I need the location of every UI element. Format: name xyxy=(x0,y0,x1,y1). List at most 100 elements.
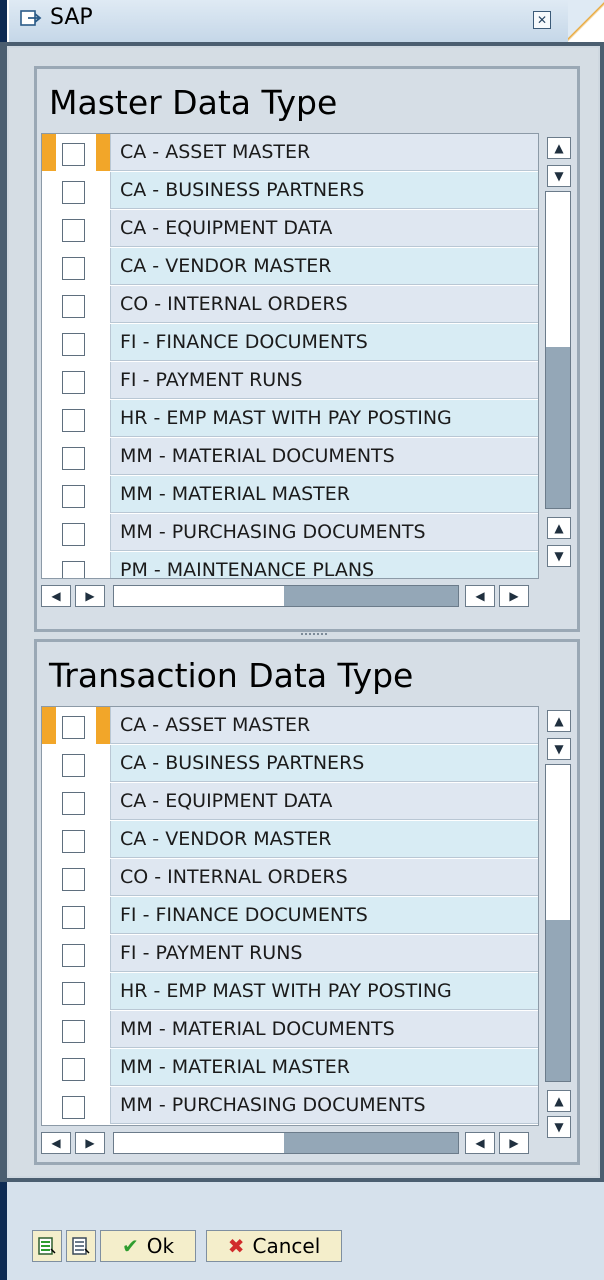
row-checkbox[interactable] xyxy=(62,409,85,432)
row-checkbox[interactable] xyxy=(62,792,85,815)
transaction-scroll-up-button[interactable]: ▲ xyxy=(547,710,571,732)
master-horizontal-scrollbar[interactable]: ◀ ▶ ◀ ▶ xyxy=(41,585,561,609)
row-checkbox[interactable] xyxy=(62,143,85,166)
row-checkbox[interactable] xyxy=(62,868,85,891)
master-list-row[interactable]: CA - BUSINESS PARTNERS xyxy=(42,172,538,209)
select-all-button[interactable] xyxy=(32,1230,62,1262)
master-list-row[interactable]: FI - FINANCE DOCUMENTS xyxy=(42,324,538,361)
row-checkbox[interactable] xyxy=(62,485,85,508)
row-checkbox[interactable] xyxy=(62,1058,85,1081)
row-selector[interactable] xyxy=(42,859,111,896)
row-checkbox[interactable] xyxy=(62,295,85,318)
master-list-row[interactable]: MM - MATERIAL MASTER xyxy=(42,476,538,513)
master-vertical-thumb[interactable] xyxy=(546,347,570,508)
master-list-row[interactable]: MM - PURCHASING DOCUMENTS xyxy=(42,514,538,551)
row-checkbox[interactable] xyxy=(62,333,85,356)
deselect-all-button[interactable] xyxy=(66,1230,96,1262)
transaction-list-row[interactable]: FI - FINANCE DOCUMENTS xyxy=(42,897,538,934)
master-horizontal-track[interactable] xyxy=(113,585,459,607)
close-window-button[interactable]: ✕ xyxy=(533,11,551,29)
transaction-page-up-button[interactable]: ▲ xyxy=(547,1090,571,1112)
transaction-list-row[interactable]: CA - ASSET MASTER xyxy=(42,707,538,744)
transaction-list-row[interactable]: MM - MATERIAL DOCUMENTS xyxy=(42,1011,538,1048)
transaction-page-right-button[interactable]: ▶ xyxy=(499,1132,529,1154)
row-selector[interactable] xyxy=(42,438,111,475)
transaction-list-row[interactable]: CA - BUSINESS PARTNERS xyxy=(42,745,538,782)
row-selector[interactable] xyxy=(42,897,111,934)
row-checkbox[interactable] xyxy=(62,716,85,739)
row-selector[interactable] xyxy=(42,514,111,551)
transaction-scroll-right-button[interactable]: ▶ xyxy=(75,1132,105,1154)
transaction-vertical-thumb[interactable] xyxy=(546,920,570,1081)
row-selector[interactable] xyxy=(42,707,111,744)
row-checkbox[interactable] xyxy=(62,754,85,777)
row-selector[interactable] xyxy=(42,935,111,972)
master-page-down-button[interactable]: ▼ xyxy=(547,545,571,567)
transaction-vertical-scrollbar[interactable]: ▲ ▼ ▲ ▼ xyxy=(541,706,573,1138)
transaction-horizontal-scrollbar[interactable]: ◀ ▶ ◀ ▶ xyxy=(41,1132,561,1156)
row-selector[interactable] xyxy=(42,821,111,858)
row-selector[interactable] xyxy=(42,783,111,820)
master-list-row[interactable]: FI - PAYMENT RUNS xyxy=(42,362,538,399)
row-selector[interactable] xyxy=(42,973,111,1010)
transaction-horizontal-thumb[interactable] xyxy=(284,1133,458,1153)
row-selector[interactable] xyxy=(42,286,111,323)
transaction-list-row[interactable]: FI - PAYMENT RUNS xyxy=(42,935,538,972)
cancel-button[interactable]: ✖ Cancel xyxy=(206,1230,342,1262)
transaction-page-left-button[interactable]: ◀ xyxy=(465,1132,495,1154)
ok-button[interactable]: ✔ Ok xyxy=(100,1230,196,1262)
transaction-list-row[interactable]: PM - MAINTENANCE PLANS xyxy=(42,1125,538,1126)
row-checkbox[interactable] xyxy=(62,523,85,546)
row-checkbox[interactable] xyxy=(62,561,85,578)
row-selector[interactable] xyxy=(42,745,111,782)
row-selector[interactable] xyxy=(42,248,111,285)
master-scroll-left-button[interactable]: ◀ xyxy=(41,585,71,607)
row-selector[interactable] xyxy=(42,1125,111,1126)
row-checkbox[interactable] xyxy=(62,447,85,470)
transaction-vertical-track[interactable] xyxy=(545,764,571,1082)
row-selector[interactable] xyxy=(42,1087,111,1124)
master-page-right-button[interactable]: ▶ xyxy=(499,585,529,607)
row-selector[interactable] xyxy=(42,1011,111,1048)
master-list-row[interactable]: HR - EMP MAST WITH PAY POSTING xyxy=(42,400,538,437)
transaction-scroll-left-button[interactable]: ◀ xyxy=(41,1132,71,1154)
transaction-list-row[interactable]: MM - PURCHASING DOCUMENTS xyxy=(42,1087,538,1124)
row-selector[interactable] xyxy=(42,134,111,171)
row-checkbox[interactable] xyxy=(62,1020,85,1043)
transaction-list-row[interactable]: CA - VENDOR MASTER xyxy=(42,821,538,858)
transaction-list-row[interactable]: CA - EQUIPMENT DATA xyxy=(42,783,538,820)
master-list-row[interactable]: MM - MATERIAL DOCUMENTS xyxy=(42,438,538,475)
master-list-row[interactable]: CA - VENDOR MASTER xyxy=(42,248,538,285)
row-checkbox[interactable] xyxy=(62,982,85,1005)
row-selector[interactable] xyxy=(42,552,111,578)
row-checkbox[interactable] xyxy=(62,906,85,929)
master-list-row[interactable]: CA - EQUIPMENT DATA xyxy=(42,210,538,247)
master-page-left-button[interactable]: ◀ xyxy=(465,585,495,607)
transaction-scroll-down-button[interactable]: ▼ xyxy=(547,738,571,760)
row-checkbox[interactable] xyxy=(62,257,85,280)
master-vertical-track[interactable] xyxy=(545,191,571,509)
row-checkbox[interactable] xyxy=(62,371,85,394)
row-checkbox[interactable] xyxy=(62,944,85,967)
master-list-row[interactable]: CA - ASSET MASTER xyxy=(42,134,538,171)
master-page-up-button[interactable]: ▲ xyxy=(547,517,571,539)
row-selector[interactable] xyxy=(42,324,111,361)
row-selector[interactable] xyxy=(42,1049,111,1086)
row-selector[interactable] xyxy=(42,476,111,513)
transaction-list-row[interactable]: HR - EMP MAST WITH PAY POSTING xyxy=(42,973,538,1010)
transaction-list-row[interactable]: CO - INTERNAL ORDERS xyxy=(42,859,538,896)
row-selector[interactable] xyxy=(42,362,111,399)
transaction-horizontal-track[interactable] xyxy=(113,1132,459,1154)
master-horizontal-thumb[interactable] xyxy=(284,586,458,606)
row-checkbox[interactable] xyxy=(62,219,85,242)
row-checkbox[interactable] xyxy=(62,1096,85,1119)
master-scroll-down-button[interactable]: ▼ xyxy=(547,165,571,187)
master-scroll-right-button[interactable]: ▶ xyxy=(75,585,105,607)
row-selector[interactable] xyxy=(42,400,111,437)
master-vertical-scrollbar[interactable]: ▲ ▼ ▲ ▼ xyxy=(541,133,573,577)
transaction-list-row[interactable]: MM - MATERIAL MASTER xyxy=(42,1049,538,1086)
row-selector[interactable] xyxy=(42,172,111,209)
row-checkbox[interactable] xyxy=(62,181,85,204)
row-selector[interactable] xyxy=(42,210,111,247)
master-list-row[interactable]: CO - INTERNAL ORDERS xyxy=(42,286,538,323)
